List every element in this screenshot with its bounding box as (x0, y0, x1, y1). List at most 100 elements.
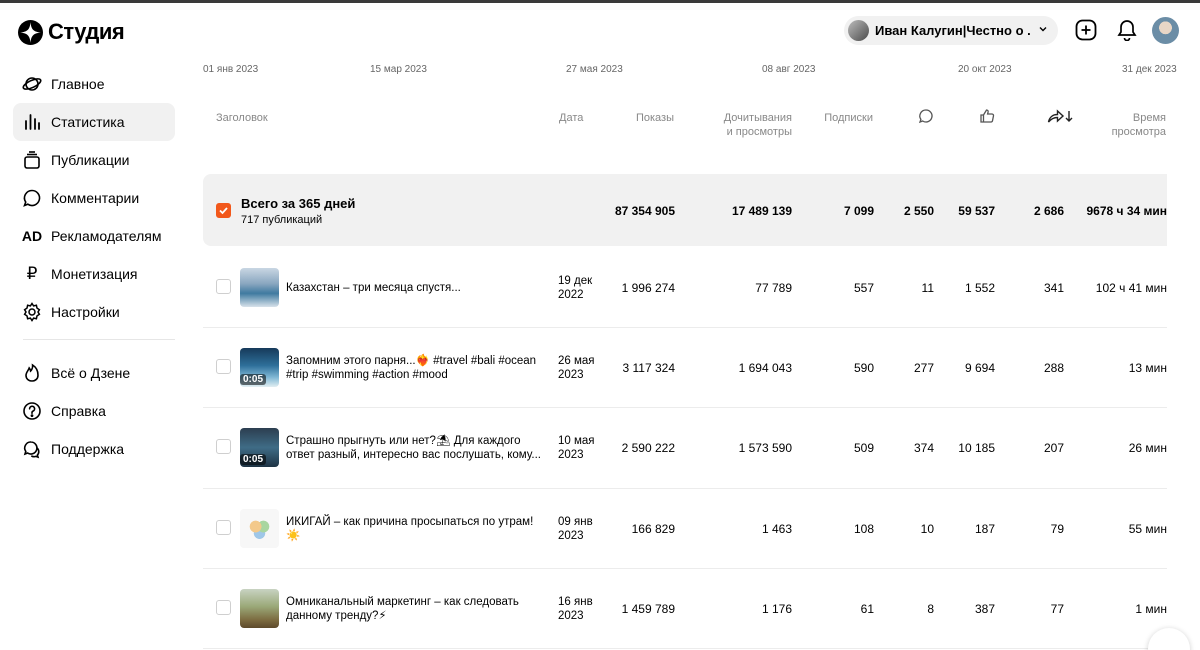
sidebar-item-publications[interactable]: Публикации (13, 141, 175, 179)
col-header-date[interactable]: Дата (559, 111, 583, 125)
sidebar-item-advertisers[interactable]: AD Рекламодателям (13, 217, 175, 255)
col-header-time-line2: просмотра (1111, 126, 1166, 138)
post-title[interactable]: Казахстан – три месяца спустя... (286, 281, 552, 295)
post-title[interactable]: Запомним этого парня...❤️‍🔥 #travel #bal… (286, 354, 552, 382)
post-date-line: 2023 (558, 530, 584, 542)
post-thumbnail[interactable] (240, 509, 279, 548)
post-title-line: данному тренду?⚡ (286, 610, 387, 622)
planet-icon (22, 74, 42, 94)
sidebar-item-label: Всё о Дзене (51, 365, 131, 381)
bell-icon (1117, 20, 1137, 41)
row-shares: 341 (1043, 281, 1064, 295)
post-thumbnail[interactable]: 0:05 (240, 348, 279, 387)
bar-chart-icon (22, 112, 42, 132)
post-thumbnail[interactable] (240, 589, 279, 628)
row-checkbox[interactable] (216, 359, 231, 374)
sidebar-divider (23, 339, 175, 340)
sidebar-item-label: Настройки (51, 304, 120, 320)
notifications-button[interactable] (1115, 18, 1139, 42)
row-subs: 590 (853, 361, 874, 375)
row-watch-time: 26 мин (1128, 441, 1167, 455)
post-title[interactable]: Омниканальный маркетинг – как следовать … (286, 595, 552, 623)
col-header-views[interactable]: Показы (610, 111, 674, 125)
sidebar-item-statistics[interactable]: Статистика (13, 103, 175, 141)
row-checkbox[interactable] (216, 279, 231, 294)
post-thumbnail[interactable] (240, 268, 279, 307)
row-checkbox[interactable] (216, 439, 231, 454)
timeline-date: 01 янв 2023 (203, 64, 259, 75)
sidebar-item-comments[interactable]: Комментарии (13, 179, 175, 217)
post-date-line: 2023 (558, 369, 584, 381)
sidebar-item-label: Главное (51, 76, 105, 92)
sidebar-item-help[interactable]: Справка (13, 392, 175, 430)
flame-icon (22, 363, 42, 383)
total-title: Всего за 365 дней (241, 196, 356, 211)
avatar[interactable] (1152, 17, 1179, 44)
post-date-line: 16 янв (558, 596, 593, 608)
comment-icon (22, 188, 42, 208)
studio-logo[interactable]: Студия (18, 19, 125, 45)
sidebar-item-support[interactable]: Поддержка (13, 430, 175, 468)
chevron-down-icon (1039, 27, 1047, 32)
post-date: 16 янв 2023 (558, 595, 593, 623)
post-title-line: ИКИГАЙ – как причина просыпаться по утра… (286, 516, 534, 528)
sidebar-item-monetization[interactable]: ₽ Монетизация (13, 255, 175, 293)
row-checkbox[interactable] (216, 600, 231, 615)
ad-icon: AD (21, 228, 43, 244)
ruble-icon: ₽ (26, 264, 38, 283)
row-checkbox[interactable] (216, 520, 231, 535)
post-title-line: Страшно прыгнуть или нет?⛱ Для каждого (286, 435, 521, 447)
thumbs-up-icon[interactable] (979, 108, 995, 124)
post-date: 10 мая 2023 (558, 434, 595, 462)
sidebar-item-label: Статистика (51, 114, 125, 130)
sidebar-item-about-zen[interactable]: Всё о Дзене (13, 354, 175, 392)
post-title[interactable]: Страшно прыгнуть или нет?⛱ Для каждого о… (286, 434, 552, 462)
row-views: 166 829 (631, 522, 675, 536)
post-date-line: 09 янв (558, 516, 593, 528)
post-date: 19 дек 2022 (558, 274, 592, 302)
timeline-date: 27 мая 2023 (566, 64, 623, 75)
col-header-watch-time[interactable]: Время просмотра (1090, 111, 1166, 139)
row-likes: 387 (974, 602, 995, 616)
row-reads: 1 694 043 (738, 361, 792, 375)
post-date-line: 26 мая (558, 355, 595, 367)
row-watch-time: 13 мин (1128, 361, 1167, 375)
col-header-title[interactable]: Заголовок (216, 111, 268, 125)
timeline-date: 31 дек 2023 (1122, 64, 1177, 75)
col-header-time-line1: Время (1132, 112, 1166, 124)
channel-name: Иван Калугин|Честно о ... (875, 23, 1031, 38)
post-thumbnail[interactable]: 0:05 (240, 428, 279, 467)
row-divider (203, 568, 1167, 569)
col-header-subs[interactable]: Подписки (810, 111, 873, 125)
share-sort-icon[interactable] (1047, 108, 1075, 124)
row-shares: 288 (1043, 361, 1064, 375)
add-publication-button[interactable] (1074, 18, 1098, 42)
row-reads: 1 573 590 (738, 441, 792, 455)
sidebar-item-label: Публикации (51, 152, 130, 168)
post-date-line: 19 дек (558, 275, 593, 287)
check-icon (219, 207, 228, 215)
sidebar-item-label: Комментарии (51, 190, 140, 206)
total-reads: 17 489 139 (731, 204, 792, 218)
row-divider (203, 407, 1167, 408)
col-header-reads[interactable]: Дочитывания и просмотры (700, 111, 792, 139)
comment-icon[interactable] (918, 108, 934, 124)
gear-icon (22, 302, 42, 322)
question-icon (22, 401, 42, 421)
row-divider (203, 648, 1167, 649)
channel-avatar (848, 20, 869, 41)
floating-help-button[interactable] (1148, 628, 1190, 650)
select-all-checkbox[interactable] (216, 203, 231, 218)
post-title-line: Казахстан – три месяца спустя... (286, 282, 461, 294)
video-duration: 0:05 (240, 374, 267, 385)
post-title-line: Омниканальный маркетинг – как следовать (286, 596, 519, 608)
sidebar-item-settings[interactable]: Настройки (13, 293, 175, 331)
post-title[interactable]: ИКИГАЙ – как причина просыпаться по утра… (286, 515, 552, 543)
add-square-icon (1075, 19, 1097, 41)
col-header-reads-line2: и просмотры (726, 126, 792, 138)
row-likes: 9 694 (964, 361, 995, 375)
channel-selector[interactable]: Иван Калугин|Честно о ... (844, 16, 1058, 45)
row-subs: 108 (853, 522, 874, 536)
sidebar-item-main[interactable]: Главное (13, 65, 175, 103)
row-comments: 277 (913, 361, 934, 375)
